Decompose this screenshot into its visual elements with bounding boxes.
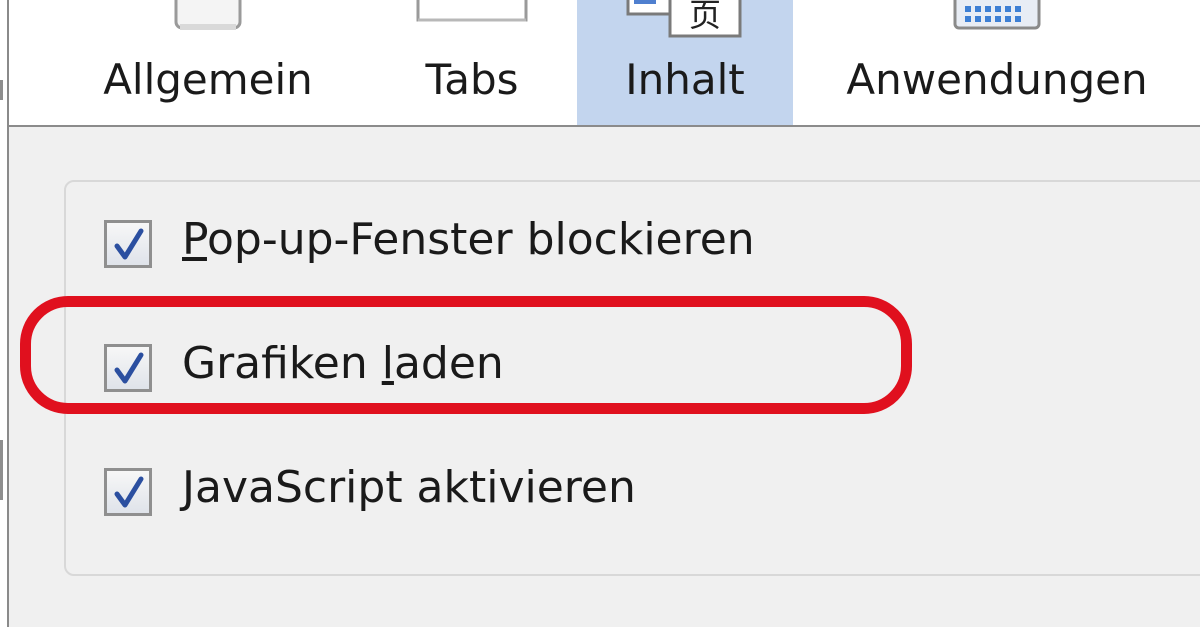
tab-anwendungen[interactable]: Anwendungen xyxy=(827,0,1167,125)
edge-mark xyxy=(0,80,3,100)
applications-icon xyxy=(949,0,1045,36)
popup-block-checkbox[interactable] xyxy=(104,220,152,268)
content-icon: 页 xyxy=(620,0,750,44)
content-icon-glyph: 页 xyxy=(689,0,721,34)
window-left-edge xyxy=(0,0,9,627)
label-rest: avaScript aktivieren xyxy=(194,462,636,513)
tab-tabs[interactable]: Tabs xyxy=(392,0,552,125)
edge-mark xyxy=(0,440,3,500)
access-key: J xyxy=(182,462,195,513)
tab-label: Tabs xyxy=(425,55,519,104)
highlight-annotation xyxy=(20,296,912,414)
checkmark-icon xyxy=(114,476,144,508)
tab-allgemein[interactable]: Allgemein xyxy=(88,0,328,125)
popup-block-label: Pop-up-Fenster blockieren xyxy=(182,212,755,268)
label-rest: op-up-Fenster blockieren xyxy=(206,214,755,265)
javascript-label: JavaScript aktivieren xyxy=(182,460,636,516)
tab-label: Inhalt xyxy=(625,55,745,104)
javascript-checkbox[interactable] xyxy=(104,468,152,516)
tab-label: Anwendungen xyxy=(846,55,1148,104)
tab-label: Allgemein xyxy=(103,55,313,104)
checkmark-icon xyxy=(114,228,144,260)
tabs-icon xyxy=(412,0,532,30)
general-settings-icon xyxy=(168,0,248,40)
tab-inhalt[interactable]: 页 Inhalt xyxy=(577,0,793,125)
preferences-toolbar: Allgemein Tabs 页 Inhalt Anwendungen xyxy=(9,0,1200,127)
access-key: P xyxy=(182,214,207,265)
option-javascript[interactable]: JavaScript aktivieren xyxy=(104,460,864,516)
option-popup-block[interactable]: Pop-up-Fenster blockieren xyxy=(104,212,864,268)
